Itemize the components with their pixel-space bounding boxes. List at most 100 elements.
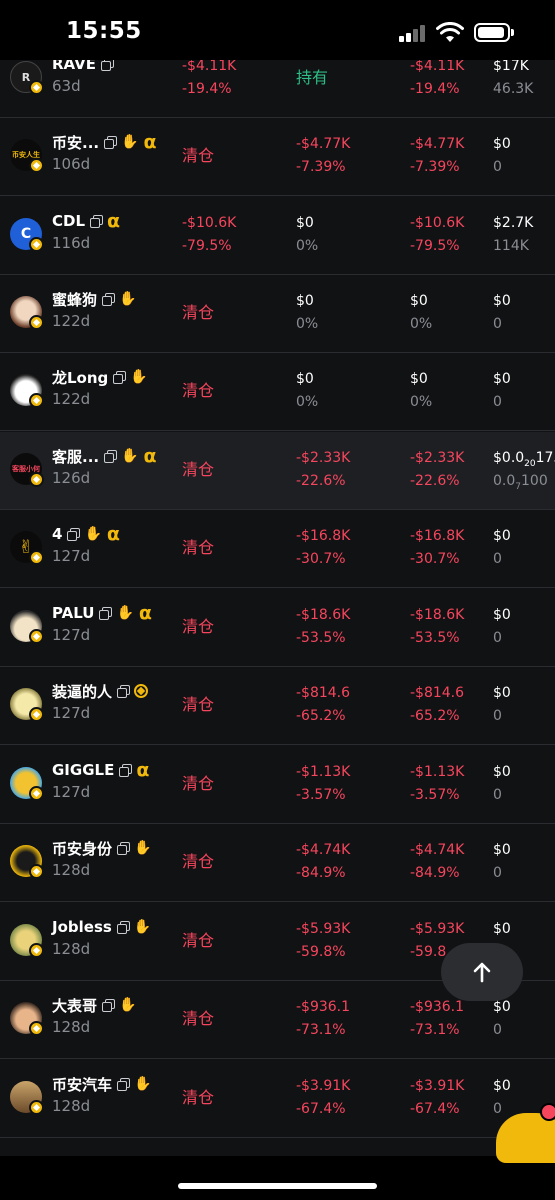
- copy-icon[interactable]: [102, 999, 116, 1012]
- hand-icon: ✋: [121, 448, 139, 464]
- realized-value: -$936.1: [410, 999, 465, 1015]
- alpha-icon: α: [106, 523, 120, 545]
- holding-days: 127d: [52, 547, 91, 565]
- token-name: 4: [52, 525, 63, 543]
- balance-value: $0: [493, 842, 511, 858]
- hand-icon: ✋: [130, 369, 148, 385]
- binance-badge-icon: [29, 237, 44, 252]
- pnl-value: -$4.11K: [182, 60, 237, 74]
- realized-value: -$5.93K: [410, 921, 465, 937]
- copy-icon[interactable]: [67, 528, 81, 541]
- binance-badge-icon: [29, 315, 44, 330]
- status-cleared-label: 清仓: [182, 1009, 215, 1028]
- home-indicator[interactable]: [178, 1183, 377, 1189]
- token-avatar: [10, 924, 44, 958]
- binance-badge-icon: [29, 864, 44, 879]
- hand-icon: ✋: [116, 605, 134, 621]
- binance-badge-icon: [29, 786, 44, 801]
- token-avatar: [10, 845, 44, 879]
- copy-icon[interactable]: [99, 607, 113, 620]
- scroll-to-top-button[interactable]: [441, 943, 523, 1001]
- balance-value: $0: [493, 764, 511, 780]
- token-name-row: 币安... ✋ α: [52, 132, 157, 152]
- copy-icon[interactable]: [119, 764, 133, 777]
- binance-badge-icon: [29, 943, 44, 958]
- token-avatar: [10, 1081, 44, 1115]
- table-row[interactable]: R RAVE 63d -$4.11K -19.4% 持有 -$4.11K -19…: [0, 60, 555, 118]
- realized-percent: -3.57%: [410, 787, 460, 803]
- hand-icon: ✋: [133, 919, 152, 935]
- balance-value: $0: [493, 685, 511, 701]
- realized-value: -$10.6K: [410, 215, 465, 231]
- status-cleared-label: 清仓: [182, 852, 215, 871]
- realized-percent: 0%: [410, 316, 433, 332]
- holding-days: 106d: [52, 155, 91, 173]
- binance-badge-icon: [29, 550, 44, 565]
- table-row[interactable]: ✌ 4 ✋ α 127d 清仓 -$16.8K -30.7% -$16.8K -…: [0, 510, 555, 588]
- pnl-value: -$1.13K: [296, 764, 351, 780]
- token-avatar: C: [10, 218, 44, 252]
- pnl-percent: -73.1%: [296, 1022, 346, 1038]
- copy-icon[interactable]: [104, 136, 118, 149]
- pnl-percent: -7.39%: [296, 159, 346, 175]
- copy-icon[interactable]: [101, 60, 114, 71]
- binance-badge-icon: [29, 629, 44, 644]
- table-row[interactable]: 装逼的人 127d 清仓 -$814.6 -65.2% -$814.6 -65.…: [0, 667, 555, 745]
- copy-icon[interactable]: [116, 921, 130, 934]
- copy-icon[interactable]: [117, 685, 131, 698]
- table-row[interactable]: GIGGLE α 127d 清仓 -$1.13K -3.57% -$1.13K …: [0, 746, 555, 824]
- table-row[interactable]: 币安人生 币安... ✋ α 106d 清仓 -$4.77K -7.39% -$…: [0, 118, 555, 196]
- realized-value: -$18.6K: [410, 607, 465, 623]
- balance-value: $0: [493, 136, 511, 152]
- table-row[interactable]: 客服小何 客服... ✋ α 126d 清仓 -$2.33K -22.6% -$…: [0, 432, 555, 510]
- table-row[interactable]: 币安汽车 ✋ 128d 清仓 -$3.91K -67.4% -$3.91K -6…: [0, 1060, 555, 1138]
- token-name: 龙Long: [52, 368, 109, 387]
- balance-amount: 0: [493, 630, 502, 646]
- pnl-value: -$16.8K: [296, 528, 351, 544]
- pnl-value: -$18.6K: [296, 607, 351, 623]
- wifi-icon: [436, 22, 464, 42]
- copy-icon[interactable]: [104, 450, 118, 463]
- copy-icon[interactable]: [90, 215, 104, 228]
- copy-icon[interactable]: [117, 1078, 131, 1091]
- table-row[interactable]: C CDL α 116d -$10.6K -79.5% $0 0% -$10.6…: [0, 197, 555, 275]
- realized-percent: -22.6%: [410, 473, 460, 489]
- pnl-percent: -30.7%: [296, 551, 346, 567]
- table-row[interactable]: PALU ✋ α 127d 清仓 -$18.6K -53.5% -$18.6K …: [0, 589, 555, 667]
- alpha-icon: α: [143, 445, 157, 467]
- table-row[interactable]: 龙Long ✋ 122d 清仓 $0 0% $0 0% $0 0: [0, 353, 555, 431]
- holding-days: 127d: [52, 626, 91, 644]
- status-cleared-label: 清仓: [182, 617, 215, 636]
- token-name-row: PALU ✋ α: [52, 603, 152, 623]
- token-name: 客服...: [52, 447, 100, 466]
- unrealized-percent: 0%: [296, 238, 319, 254]
- realized-value: $0: [410, 371, 428, 387]
- token-name: CDL: [52, 212, 86, 230]
- balance-value: $0: [493, 921, 511, 937]
- token-name-row: CDL α: [52, 211, 120, 231]
- alpha-icon: α: [143, 131, 157, 153]
- token-name: 大表哥: [52, 996, 98, 1015]
- realized-percent: -67.4%: [410, 1101, 460, 1117]
- pnl-value: -$5.93K: [296, 921, 351, 937]
- token-avatar: [10, 374, 44, 408]
- holding-days: 127d: [52, 783, 91, 801]
- balance-amount: 46.3K: [493, 81, 534, 97]
- copy-icon[interactable]: [113, 371, 127, 384]
- realized-percent: 0%: [410, 394, 433, 410]
- holding-days: 63d: [52, 77, 81, 95]
- balance-value: $0: [493, 607, 511, 623]
- pnl-value: -$814.6: [296, 685, 351, 701]
- table-row[interactable]: 蜜蜂狗 ✋ 122d 清仓 $0 0% $0 0% $0 0: [0, 275, 555, 353]
- copy-icon[interactable]: [102, 293, 116, 306]
- token-name: Jobless: [52, 918, 112, 936]
- table-row[interactable]: 币安身份 ✋ 128d 清仓 -$4.74K -84.9% -$4.74K -8…: [0, 824, 555, 902]
- balance-amount: 0: [493, 1101, 502, 1117]
- unrealized-value: $0: [296, 215, 314, 231]
- token-avatar: ✌: [10, 531, 44, 565]
- holding-days: 128d: [52, 861, 91, 879]
- token-name-row: GIGGLE α: [52, 760, 149, 780]
- pnl-percent: -65.2%: [296, 708, 346, 724]
- copy-icon[interactable]: [117, 842, 131, 855]
- realized-value: -$1.13K: [410, 764, 465, 780]
